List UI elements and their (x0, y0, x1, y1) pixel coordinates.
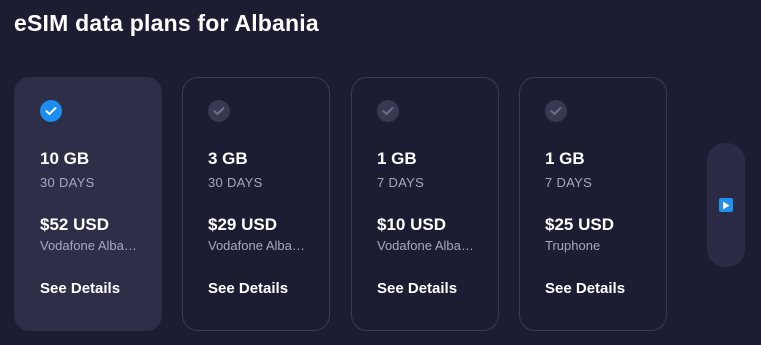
page-title: eSIM data plans for Albania (14, 10, 319, 36)
plan-price: $25 USD (545, 215, 614, 234)
check-icon (377, 100, 399, 122)
play-arrow-icon (719, 198, 733, 212)
plan-data-amount: 3 GB (208, 149, 248, 168)
plan-card[interactable]: 10 GB 30 DAYS $52 USD Vodafone Albania S… (14, 77, 162, 331)
plan-duration: 7 DAYS (377, 175, 425, 190)
plan-data-amount: 10 GB (40, 149, 90, 168)
plan-data-amount: 1 GB (377, 149, 417, 168)
plan-card[interactable]: 1 GB 7 DAYS $10 USD Vodafone Albania See… (351, 77, 499, 331)
plan-duration: 30 DAYS (208, 175, 263, 190)
see-details-link[interactable]: See Details (545, 280, 625, 297)
plan-carrier: Vodafone Albania (377, 238, 477, 253)
plan-carrier: Vodafone Albania (40, 238, 140, 253)
plan-carrier: Vodafone Albania (208, 238, 308, 253)
carousel-next-button[interactable] (707, 143, 745, 267)
check-icon (208, 100, 230, 122)
check-icon (40, 100, 62, 122)
check-icon (545, 100, 567, 122)
plan-duration: 30 DAYS (40, 175, 95, 190)
plan-duration: 7 DAYS (545, 175, 593, 190)
see-details-link[interactable]: See Details (40, 280, 120, 297)
esim-plans-page: eSIM data plans for Albania 10 GB 30 DAY… (0, 0, 761, 345)
plan-card[interactable]: 3 GB 30 DAYS $29 USD Vodafone Albania Se… (182, 77, 330, 331)
plan-price: $10 USD (377, 215, 446, 234)
plan-price: $52 USD (40, 215, 109, 234)
see-details-link[interactable]: See Details (377, 280, 457, 297)
plan-price: $29 USD (208, 215, 277, 234)
plan-card[interactable]: 1 GB 7 DAYS $25 USD Truphone See Details (519, 77, 667, 331)
plan-carrier: Truphone (545, 238, 601, 253)
see-details-link[interactable]: See Details (208, 280, 288, 297)
plan-data-amount: 1 GB (545, 149, 585, 168)
plan-carousel: 10 GB 30 DAYS $52 USD Vodafone Albania S… (14, 77, 674, 333)
